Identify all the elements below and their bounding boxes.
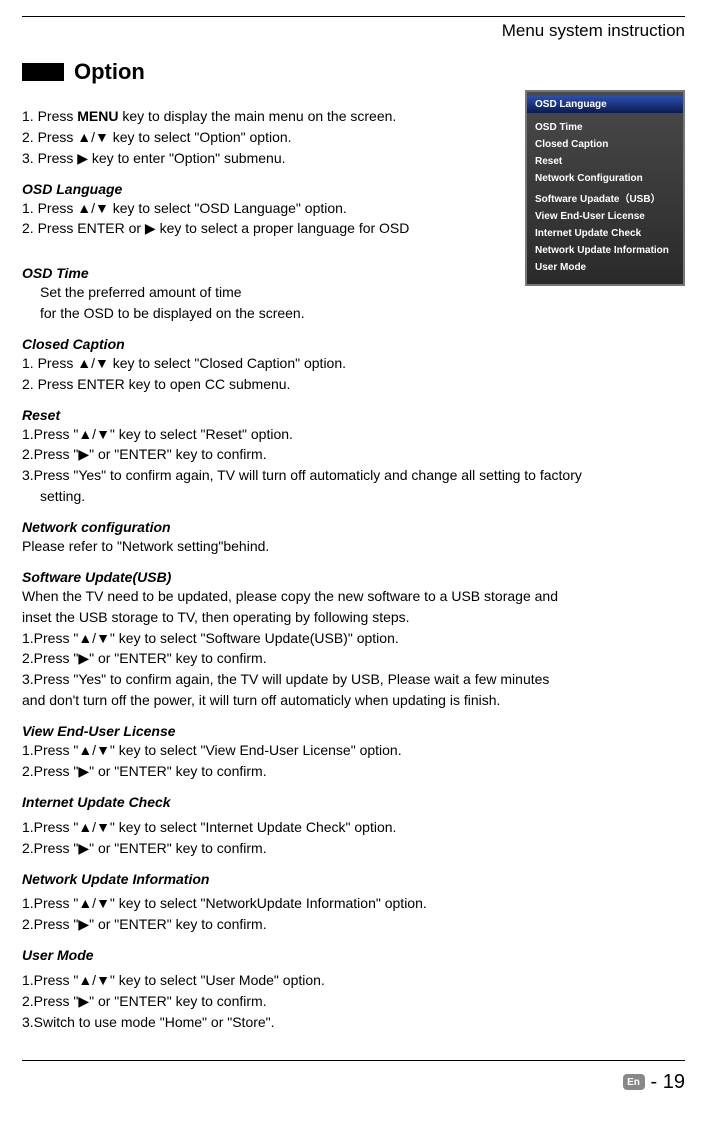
- network-update-info-heading: Network Update Information: [22, 870, 685, 889]
- osd-time-l2: for the OSD to be displayed on the scree…: [22, 304, 685, 323]
- user-mode-heading: User Mode: [22, 946, 685, 965]
- reset-l1: 1.Press "▲/▼" key to select "Reset" opti…: [22, 425, 685, 444]
- view-license-l1: 1.Press "▲/▼" key to select "View End-Us…: [22, 741, 685, 760]
- intro-line-2: 2. Press ▲/▼ key to select "Option" opti…: [22, 128, 685, 147]
- closed-caption-l2: 2. Press ENTER key to open CC submenu.: [22, 375, 685, 394]
- software-update-l2: inset the USB storage to TV, then operat…: [22, 608, 685, 627]
- header-rule: [22, 16, 685, 17]
- intro-line-3: 3. Press ▶ key to enter "Option" submenu…: [22, 149, 685, 168]
- section-title: Option: [74, 59, 145, 85]
- software-update-l5: 3.Press "Yes" to confirm again, the TV w…: [22, 670, 685, 689]
- page-header: Menu system instruction: [22, 21, 685, 41]
- osd-language-l2: 2. Press ENTER or ▶ key to select a prop…: [22, 219, 685, 238]
- network-config-heading: Network configuration: [22, 518, 685, 537]
- internet-update-heading: Internet Update Check: [22, 793, 685, 812]
- view-license-l2: 2.Press "▶" or "ENTER" key to confirm.: [22, 762, 685, 781]
- intro-line-1: 1. Press MENU key to display the main me…: [22, 107, 685, 126]
- software-update-l3: 1.Press "▲/▼" key to select "Software Up…: [22, 629, 685, 648]
- body-content: 1. Press MENU key to display the main me…: [22, 107, 685, 1032]
- lang-badge: En: [623, 1074, 645, 1090]
- software-update-l6: and don't turn off the power, it will tu…: [22, 691, 685, 710]
- reset-l3a: 3.Press "Yes" to confirm again, TV will …: [22, 466, 685, 485]
- user-mode-l1: 1.Press "▲/▼" key to select "User Mode" …: [22, 971, 685, 990]
- page-footer: En - 19: [22, 1060, 685, 1094]
- osd-time-heading: OSD Time: [22, 264, 685, 283]
- reset-heading: Reset: [22, 406, 685, 425]
- internet-update-l2: 2.Press "▶" or "ENTER" key to confirm.: [22, 839, 685, 858]
- network-update-info-l2: 2.Press "▶" or "ENTER" key to confirm.: [22, 915, 685, 934]
- page-number: - 19: [651, 1071, 685, 1094]
- osd-language-heading: OSD Language: [22, 180, 685, 199]
- user-mode-l2: 2.Press "▶" or "ENTER" key to confirm.: [22, 992, 685, 1011]
- software-update-l1: When the TV need to be updated, please c…: [22, 587, 685, 606]
- intro-l1a: 1. Press: [22, 108, 77, 124]
- network-config-l1: Please refer to "Network setting"behind.: [22, 537, 685, 556]
- software-update-l4: 2.Press "▶" or "ENTER" key to confirm.: [22, 649, 685, 668]
- view-license-heading: View End-User License: [22, 722, 685, 741]
- intro-l1b: MENU: [77, 108, 118, 124]
- internet-update-l1: 1.Press "▲/▼" key to select "Internet Up…: [22, 818, 685, 837]
- section-title-row: Option: [22, 59, 685, 85]
- reset-l2: 2.Press "▶" or "ENTER" key to confirm.: [22, 445, 685, 464]
- software-update-heading: Software Update(USB): [22, 568, 685, 587]
- closed-caption-l1: 1. Press ▲/▼ key to select "Closed Capti…: [22, 354, 685, 373]
- closed-caption-heading: Closed Caption: [22, 335, 685, 354]
- network-update-info-l1: 1.Press "▲/▼" key to select "NetworkUpda…: [22, 894, 685, 913]
- intro-l1c: key to display the main menu on the scre…: [118, 108, 396, 124]
- user-mode-l3: 3.Switch to use mode "Home" or "Store".: [22, 1013, 685, 1032]
- reset-l3b: setting.: [22, 487, 685, 506]
- section-title-bar: [22, 63, 64, 81]
- osd-time-l1: Set the preferred amount of time: [22, 283, 685, 302]
- osd-language-l1: 1. Press ▲/▼ key to select "OSD Language…: [22, 199, 685, 218]
